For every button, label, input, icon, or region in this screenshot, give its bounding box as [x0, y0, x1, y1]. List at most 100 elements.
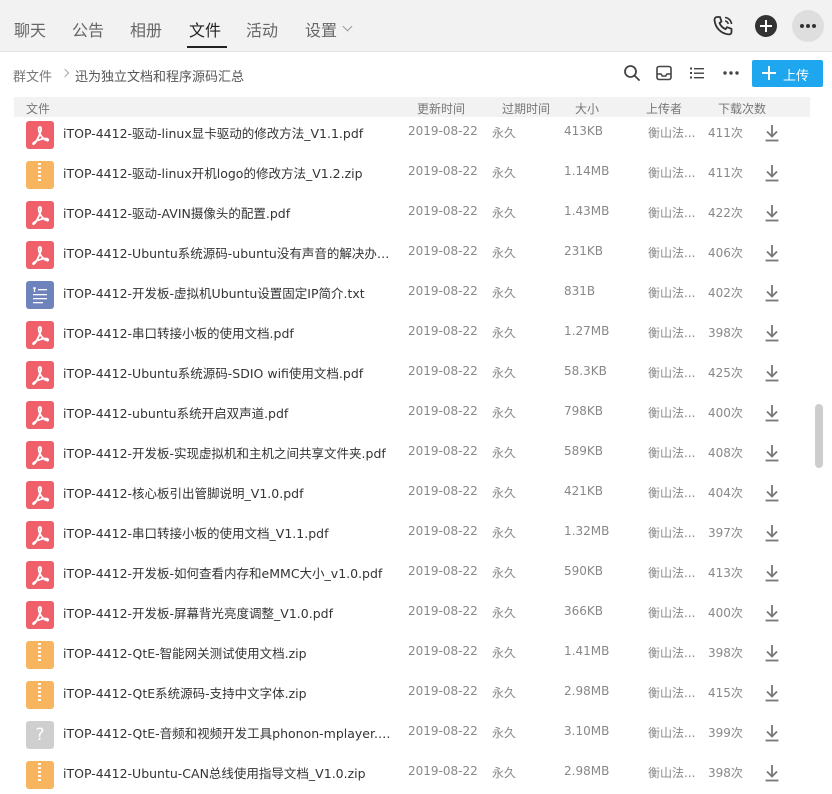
file-row[interactable]: iTOP-4412-Ubuntu系统源码-SDIO wifi使用文档.pdf 20… [14, 354, 810, 394]
file-row[interactable]: iTOP-4412-Ubuntu-CAN总线使用指导文档_V1.0.zip 201… [14, 754, 810, 794]
column-header-expires[interactable]: 过期时间 [502, 100, 550, 117]
tab-activities[interactable]: 活动 [246, 17, 278, 41]
file-uploader[interactable]: 衡山法... [648, 124, 695, 141]
file-name[interactable]: iTOP-4412-核心板引出管脚说明_V1.0.pdf [63, 483, 393, 502]
file-name[interactable]: iTOP-4412-QtE-音频和视频开发工具phonon-mplayer.ta… [63, 723, 393, 742]
file-uploader[interactable]: 衡山法... [648, 484, 695, 501]
upload-button[interactable]: 上传 [752, 60, 823, 87]
tab-announcements[interactable]: 公告 [72, 17, 104, 41]
file-uploader[interactable]: 衡山法... [648, 444, 695, 461]
more-dots-icon[interactable] [721, 63, 741, 83]
file-name[interactable]: iTOP-4412-Ubuntu系统源码-ubuntu没有声音的解决办法.... [63, 243, 393, 262]
column-header-downloads[interactable]: 下载次数 [718, 100, 766, 117]
scrollbar-thumb[interactable] [815, 404, 823, 468]
file-uploader[interactable]: 衡山法... [648, 164, 695, 181]
file-uploader[interactable]: 衡山法... [648, 724, 695, 741]
file-name[interactable]: iTOP-4412-串口转接小板的使用文档.pdf [63, 323, 393, 342]
breadcrumb-separator-icon [60, 68, 70, 78]
tab-settings[interactable]: 设置 [305, 17, 337, 41]
tab-chat[interactable]: 聊天 [14, 17, 46, 41]
column-header-uploader[interactable]: 上传者 [646, 100, 682, 117]
download-icon[interactable] [764, 644, 780, 662]
file-name[interactable]: iTOP-4412-Ubuntu-CAN总线使用指导文档_V1.0.zip [63, 763, 393, 782]
file-row[interactable]: iTOP-4412-驱动-AVIN摄像头的配置.pdf 2019-08-22 永久 1… [14, 194, 810, 234]
download-icon[interactable] [764, 324, 780, 342]
file-row[interactable]: iTOP-4412-核心板引出管脚说明_V1.0.pdf 2019-08-22 永久… [14, 474, 810, 514]
search-icon[interactable] [622, 63, 642, 83]
file-name[interactable]: iTOP-4412-QtE-智能网关测试使用文档.zip [63, 643, 393, 662]
file-name[interactable]: iTOP-4412-开发板-屏幕背光亮度调整_V1.0.pdf [63, 603, 393, 622]
column-header-size[interactable]: 大小 [575, 100, 599, 117]
file-row[interactable]: iTOP-4412-开发板-虚拟机Ubuntu设置固定IP简介.txt 2019-… [14, 274, 810, 314]
download-icon[interactable] [764, 364, 780, 382]
download-icon[interactable] [764, 724, 780, 742]
file-row[interactable]: iTOP-4412-开发板-屏幕背光亮度调整_V1.0.pdf 2019-08-2… [14, 594, 810, 634]
file-name[interactable]: iTOP-4412-ubuntu系统开启双声道.pdf [63, 403, 393, 422]
file-row[interactable]: iTOP-4412-驱动-linux开机logo的修改方法_V1.2.zip 20… [14, 154, 810, 194]
download-icon[interactable] [764, 524, 780, 542]
file-uploader[interactable]: 衡山法... [648, 644, 695, 661]
file-uploader[interactable]: 衡山法... [648, 524, 695, 541]
phone-call-icon[interactable] [711, 14, 735, 38]
list-view-icon[interactable] [687, 63, 707, 83]
file-row[interactable]: ? iTOP-4412-QtE-音频和视频开发工具phonon-mplayer.t… [14, 714, 810, 754]
file-row[interactable]: iTOP-4412-QtE-智能网关测试使用文档.zip 2019-08-22 永久… [14, 634, 810, 674]
download-icon[interactable] [764, 484, 780, 502]
file-name[interactable]: iTOP-4412-Ubuntu系统源码-SDIO wifi使用文档.pdf [63, 363, 393, 382]
file-name[interactable]: iTOP-4412-开发板-虚拟机Ubuntu设置固定IP简介.txt [63, 283, 393, 302]
column-header-file[interactable]: 文件 [26, 100, 50, 117]
file-name[interactable]: iTOP-4412-开发板-如何查看内存和eMMC大小_v1.0.pdf [63, 563, 393, 582]
file-size: 421KB [564, 484, 604, 498]
unknown-file-icon: ? [26, 721, 54, 749]
file-uploader[interactable]: 衡山法... [648, 604, 695, 621]
tab-album[interactable]: 相册 [130, 17, 162, 41]
column-header-modified[interactable]: 更新时间 [417, 100, 465, 117]
file-uploader[interactable]: 衡山法... [648, 684, 695, 701]
download-icon[interactable] [764, 244, 780, 262]
file-row[interactable]: iTOP-4412-ubuntu系统开启双声道.pdf 2019-08-22 永久 7… [14, 394, 810, 434]
download-icon[interactable] [764, 124, 780, 142]
download-icon[interactable] [764, 284, 780, 302]
inbox-icon[interactable] [654, 63, 674, 83]
download-icon[interactable] [764, 164, 780, 182]
file-download-count: 404次 [708, 486, 743, 500]
file-uploader[interactable]: 衡山法... [648, 324, 695, 341]
breadcrumb-root[interactable]: 群文件 [13, 66, 52, 85]
file-row[interactable]: iTOP-4412-QtE系统源码-支持中文字体.zip 2019-08-22 永久… [14, 674, 810, 714]
download-icon[interactable] [764, 564, 780, 582]
file-uploader[interactable]: 衡山法... [648, 404, 695, 421]
file-row[interactable]: iTOP-4412-开发板-如何查看内存和eMMC大小_v1.0.pdf 2019… [14, 554, 810, 594]
download-icon[interactable] [764, 604, 780, 622]
file-name[interactable]: iTOP-4412-QtE系统源码-支持中文字体.zip [63, 683, 393, 702]
file-row[interactable]: iTOP-4412-Ubuntu系统源码-ubuntu没有声音的解决办法....… [14, 234, 810, 274]
file-name[interactable]: iTOP-4412-串口转接小板的使用文档_V1.1.pdf [63, 523, 393, 542]
file-row[interactable]: iTOP-4412-驱动-linux显卡驱动的修改方法_V1.1.pdf 2019… [14, 117, 810, 154]
file-expiry: 永久 [492, 766, 517, 780]
download-icon[interactable] [764, 404, 780, 422]
chevron-down-icon[interactable] [342, 21, 353, 32]
file-row[interactable]: iTOP-4412-开发板-实现虚拟机和主机之间共享文件夹.pdf 2019-08… [14, 434, 810, 474]
file-row[interactable]: iTOP-4412-串口转接小板的使用文档_V1.1.pdf 2019-08-22… [14, 514, 810, 554]
file-uploader[interactable]: 衡山法... [648, 204, 695, 221]
upload-button-label: 上传 [783, 69, 810, 84]
add-circle-icon[interactable] [755, 15, 777, 37]
file-name[interactable]: iTOP-4412-开发板-实现虚拟机和主机之间共享文件夹.pdf [63, 443, 393, 462]
tab-files[interactable]: 文件 [189, 17, 221, 41]
more-icon[interactable] [792, 10, 824, 42]
download-icon[interactable] [764, 764, 780, 782]
download-icon[interactable] [764, 684, 780, 702]
file-name[interactable]: iTOP-4412-驱动-linux显卡驱动的修改方法_V1.1.pdf [63, 123, 393, 142]
zip-file-icon [26, 161, 54, 189]
file-name[interactable]: iTOP-4412-驱动-AVIN摄像头的配置.pdf [63, 203, 393, 222]
download-icon[interactable] [764, 204, 780, 222]
file-table-header: 文件 更新时间 过期时间 大小 上传者 下载次数 [14, 97, 810, 117]
file-uploader[interactable]: 衡山法... [648, 244, 695, 261]
file-uploader[interactable]: 衡山法... [648, 284, 695, 301]
file-name[interactable]: iTOP-4412-驱动-linux开机logo的修改方法_V1.2.zip [63, 163, 393, 182]
file-row[interactable]: iTOP-4412-串口转接小板的使用文档.pdf 2019-08-22 永久 1.2… [14, 314, 810, 354]
file-download-count: 398次 [708, 326, 743, 340]
file-uploader[interactable]: 衡山法... [648, 764, 695, 781]
file-uploader[interactable]: 衡山法... [648, 364, 695, 381]
file-uploader[interactable]: 衡山法... [648, 564, 695, 581]
download-icon[interactable] [764, 444, 780, 462]
